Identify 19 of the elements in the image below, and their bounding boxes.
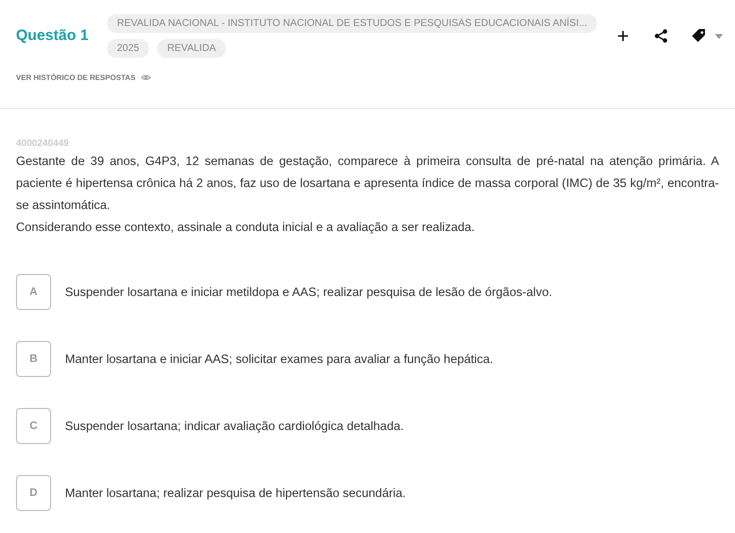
add-icon[interactable] xyxy=(615,28,631,44)
source-tag: REVALIDA NACIONAL - INSTITUTO NACIONAL DE ESTUDOS E PESQUISAS EDUCACIONAIS ANÍSI... xyxy=(107,14,598,33)
tag: REVALIDA xyxy=(157,39,226,58)
option-letter[interactable]: B xyxy=(16,341,51,378)
tag-icon[interactable] xyxy=(691,28,707,44)
option-text[interactable]: Manter losartana e iniciar AAS; solicitar exames para avaliar a função hepática. xyxy=(65,350,494,368)
question-title: Questão 1 xyxy=(16,26,90,46)
question-text: Gestante de 39 anos, G4P3, 12 semanas de gestação, comparece à primeira consulta de pré-natal na atenção primária. A paciente é hipertensa crônica há 2 anos, faz uso de losartana e apresenta índice de massa corporal (IMC) de 35 kg/m², encontra-se assintomática. xyxy=(16,153,719,214)
dropdown-caret-icon[interactable] xyxy=(715,32,723,40)
option-text[interactable]: Suspender losartana; indicar avaliação cardiológica detalhada. xyxy=(65,417,404,436)
tag: 2025 xyxy=(107,39,150,58)
share-icon[interactable] xyxy=(653,28,669,44)
question-text: Considerando esse contexto, assinale a conduta inicial e a avaliação a ser realizada. xyxy=(16,219,476,236)
option-letter[interactable]: D xyxy=(16,475,51,512)
option-letter[interactable]: A xyxy=(16,274,51,310)
option-text[interactable]: Suspender losartana e iniciar metildopa e AAS; realizar pesquisa de lesão de órgãos-alvo. xyxy=(65,283,552,302)
option-text[interactable]: Manter losartana; realizar pesquisa de hipertensão secundária. xyxy=(65,484,406,502)
eye-icon xyxy=(141,74,152,82)
option-letter[interactable]: C xyxy=(16,408,51,444)
